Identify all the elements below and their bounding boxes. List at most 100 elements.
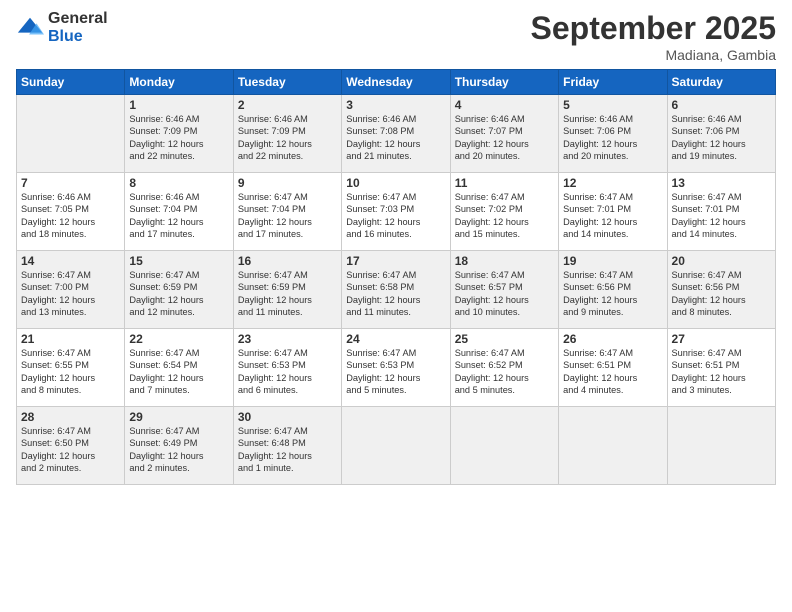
calendar-cell: 15Sunrise: 6:47 AM Sunset: 6:59 PM Dayli… [125, 251, 233, 329]
calendar-cell [17, 95, 125, 173]
calendar-cell: 14Sunrise: 6:47 AM Sunset: 7:00 PM Dayli… [17, 251, 125, 329]
calendar-cell: 1Sunrise: 6:46 AM Sunset: 7:09 PM Daylig… [125, 95, 233, 173]
day-number: 8 [129, 176, 228, 190]
day-number: 26 [563, 332, 662, 346]
day-number: 9 [238, 176, 337, 190]
day-info: Sunrise: 6:46 AM Sunset: 7:05 PM Dayligh… [21, 191, 120, 241]
calendar-cell: 2Sunrise: 6:46 AM Sunset: 7:09 PM Daylig… [233, 95, 341, 173]
calendar-cell: 18Sunrise: 6:47 AM Sunset: 6:57 PM Dayli… [450, 251, 558, 329]
calendar-cell: 26Sunrise: 6:47 AM Sunset: 6:51 PM Dayli… [559, 329, 667, 407]
day-info: Sunrise: 6:47 AM Sunset: 7:01 PM Dayligh… [672, 191, 771, 241]
week-row-4: 21Sunrise: 6:47 AM Sunset: 6:55 PM Dayli… [17, 329, 776, 407]
calendar-cell: 21Sunrise: 6:47 AM Sunset: 6:55 PM Dayli… [17, 329, 125, 407]
calendar-cell: 12Sunrise: 6:47 AM Sunset: 7:01 PM Dayli… [559, 173, 667, 251]
day-info: Sunrise: 6:46 AM Sunset: 7:08 PM Dayligh… [346, 113, 445, 163]
day-number: 21 [21, 332, 120, 346]
calendar-cell: 9Sunrise: 6:47 AM Sunset: 7:04 PM Daylig… [233, 173, 341, 251]
calendar-cell: 4Sunrise: 6:46 AM Sunset: 7:07 PM Daylig… [450, 95, 558, 173]
day-info: Sunrise: 6:47 AM Sunset: 6:54 PM Dayligh… [129, 347, 228, 397]
col-header-thursday: Thursday [450, 70, 558, 95]
day-info: Sunrise: 6:47 AM Sunset: 7:00 PM Dayligh… [21, 269, 120, 319]
day-number: 7 [21, 176, 120, 190]
week-row-1: 1Sunrise: 6:46 AM Sunset: 7:09 PM Daylig… [17, 95, 776, 173]
logo-blue: Blue [48, 28, 108, 46]
title-location: Madiana, Gambia [531, 47, 776, 63]
day-number: 19 [563, 254, 662, 268]
day-number: 15 [129, 254, 228, 268]
calendar-cell: 28Sunrise: 6:47 AM Sunset: 6:50 PM Dayli… [17, 407, 125, 485]
title-block: September 2025 Madiana, Gambia [531, 10, 776, 63]
calendar-cell: 7Sunrise: 6:46 AM Sunset: 7:05 PM Daylig… [17, 173, 125, 251]
day-number: 24 [346, 332, 445, 346]
day-info: Sunrise: 6:47 AM Sunset: 6:52 PM Dayligh… [455, 347, 554, 397]
calendar-cell: 6Sunrise: 6:46 AM Sunset: 7:06 PM Daylig… [667, 95, 775, 173]
day-number: 25 [455, 332, 554, 346]
calendar-table: SundayMondayTuesdayWednesdayThursdayFrid… [16, 69, 776, 485]
col-header-tuesday: Tuesday [233, 70, 341, 95]
day-number: 1 [129, 98, 228, 112]
day-number: 16 [238, 254, 337, 268]
title-month: September 2025 [531, 10, 776, 47]
week-row-5: 28Sunrise: 6:47 AM Sunset: 6:50 PM Dayli… [17, 407, 776, 485]
day-info: Sunrise: 6:47 AM Sunset: 6:51 PM Dayligh… [563, 347, 662, 397]
day-info: Sunrise: 6:47 AM Sunset: 6:57 PM Dayligh… [455, 269, 554, 319]
day-number: 14 [21, 254, 120, 268]
calendar-cell: 13Sunrise: 6:47 AM Sunset: 7:01 PM Dayli… [667, 173, 775, 251]
day-info: Sunrise: 6:46 AM Sunset: 7:09 PM Dayligh… [238, 113, 337, 163]
day-info: Sunrise: 6:47 AM Sunset: 7:03 PM Dayligh… [346, 191, 445, 241]
logo-text: General Blue [48, 10, 108, 45]
calendar-cell: 17Sunrise: 6:47 AM Sunset: 6:58 PM Dayli… [342, 251, 450, 329]
day-info: Sunrise: 6:47 AM Sunset: 7:04 PM Dayligh… [238, 191, 337, 241]
col-header-monday: Monday [125, 70, 233, 95]
week-row-3: 14Sunrise: 6:47 AM Sunset: 7:00 PM Dayli… [17, 251, 776, 329]
day-number: 30 [238, 410, 337, 424]
day-number: 3 [346, 98, 445, 112]
day-number: 2 [238, 98, 337, 112]
day-number: 18 [455, 254, 554, 268]
calendar-cell: 16Sunrise: 6:47 AM Sunset: 6:59 PM Dayli… [233, 251, 341, 329]
col-header-saturday: Saturday [667, 70, 775, 95]
calendar-cell: 20Sunrise: 6:47 AM Sunset: 6:56 PM Dayli… [667, 251, 775, 329]
day-info: Sunrise: 6:47 AM Sunset: 6:56 PM Dayligh… [563, 269, 662, 319]
calendar-cell [342, 407, 450, 485]
calendar-cell: 30Sunrise: 6:47 AM Sunset: 6:48 PM Dayli… [233, 407, 341, 485]
logo-general: General [48, 10, 108, 28]
calendar-cell: 19Sunrise: 6:47 AM Sunset: 6:56 PM Dayli… [559, 251, 667, 329]
day-info: Sunrise: 6:46 AM Sunset: 7:07 PM Dayligh… [455, 113, 554, 163]
calendar-cell: 24Sunrise: 6:47 AM Sunset: 6:53 PM Dayli… [342, 329, 450, 407]
calendar-cell: 11Sunrise: 6:47 AM Sunset: 7:02 PM Dayli… [450, 173, 558, 251]
calendar-cell: 5Sunrise: 6:46 AM Sunset: 7:06 PM Daylig… [559, 95, 667, 173]
day-number: 6 [672, 98, 771, 112]
day-info: Sunrise: 6:47 AM Sunset: 6:49 PM Dayligh… [129, 425, 228, 475]
day-info: Sunrise: 6:47 AM Sunset: 6:50 PM Dayligh… [21, 425, 120, 475]
day-info: Sunrise: 6:47 AM Sunset: 6:58 PM Dayligh… [346, 269, 445, 319]
day-info: Sunrise: 6:47 AM Sunset: 6:55 PM Dayligh… [21, 347, 120, 397]
day-number: 27 [672, 332, 771, 346]
day-info: Sunrise: 6:47 AM Sunset: 6:59 PM Dayligh… [238, 269, 337, 319]
day-number: 23 [238, 332, 337, 346]
calendar-cell [450, 407, 558, 485]
week-row-2: 7Sunrise: 6:46 AM Sunset: 7:05 PM Daylig… [17, 173, 776, 251]
day-info: Sunrise: 6:47 AM Sunset: 6:51 PM Dayligh… [672, 347, 771, 397]
col-header-friday: Friday [559, 70, 667, 95]
day-info: Sunrise: 6:46 AM Sunset: 7:09 PM Dayligh… [129, 113, 228, 163]
day-number: 17 [346, 254, 445, 268]
calendar-cell [667, 407, 775, 485]
logo: General Blue [16, 10, 108, 45]
day-number: 20 [672, 254, 771, 268]
col-header-wednesday: Wednesday [342, 70, 450, 95]
page: General Blue September 2025 Madiana, Gam… [0, 0, 792, 612]
calendar-cell [559, 407, 667, 485]
day-info: Sunrise: 6:47 AM Sunset: 6:53 PM Dayligh… [346, 347, 445, 397]
calendar-cell: 22Sunrise: 6:47 AM Sunset: 6:54 PM Dayli… [125, 329, 233, 407]
day-number: 10 [346, 176, 445, 190]
day-number: 11 [455, 176, 554, 190]
col-header-sunday: Sunday [17, 70, 125, 95]
day-number: 22 [129, 332, 228, 346]
day-info: Sunrise: 6:47 AM Sunset: 7:01 PM Dayligh… [563, 191, 662, 241]
day-info: Sunrise: 6:47 AM Sunset: 6:59 PM Dayligh… [129, 269, 228, 319]
day-number: 28 [21, 410, 120, 424]
day-number: 4 [455, 98, 554, 112]
day-number: 5 [563, 98, 662, 112]
calendar-cell: 3Sunrise: 6:46 AM Sunset: 7:08 PM Daylig… [342, 95, 450, 173]
